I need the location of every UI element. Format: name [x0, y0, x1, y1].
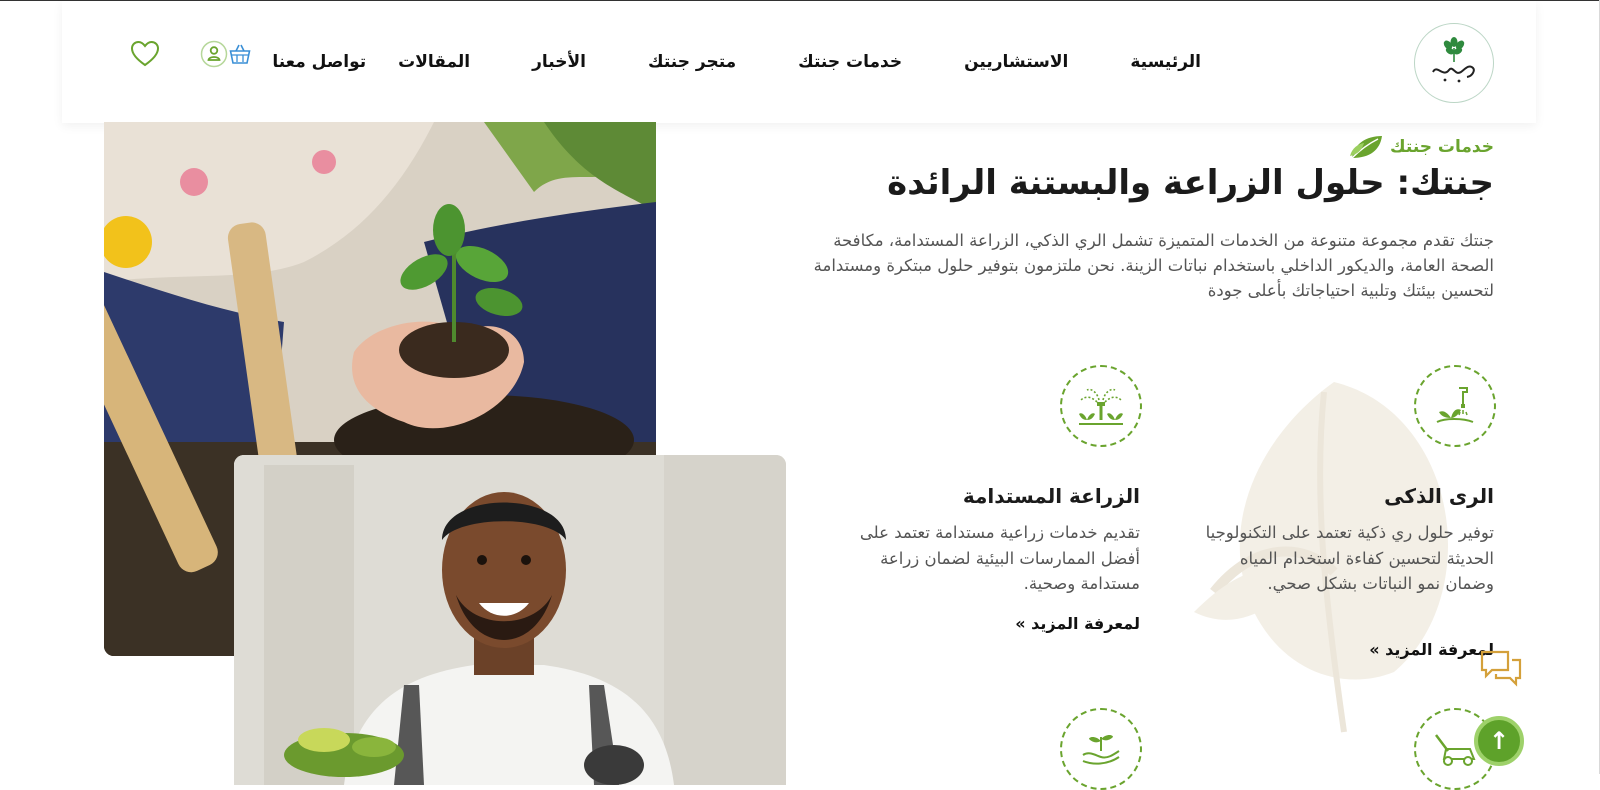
- service-desc-smart-irrigation: توفير حلول ري ذكية تعتمد على التكنولوجيا…: [1205, 523, 1494, 593]
- site-logo[interactable]: [1414, 23, 1494, 103]
- page-title: جنتك: حلول الزراعة والبستنة الرائدة: [887, 163, 1494, 203]
- arrow-up-icon: ↑: [1488, 727, 1510, 755]
- main-nav: الرئيسية الاستشاريين خدمات جنتك متجر جنت…: [272, 1, 1201, 123]
- service-title-smart-irrigation: الرى الذكى: [1384, 484, 1494, 508]
- leaf-icon: [1350, 136, 1383, 159]
- nav-item-home[interactable]: الرئيسية: [1130, 52, 1201, 72]
- basket-icon: [229, 44, 251, 64]
- service-icon-smart-irrigation: [1414, 365, 1496, 447]
- heart-icon: [130, 40, 160, 67]
- logo-icon: [1432, 37, 1475, 83]
- gardener-photo-illustration: [234, 455, 786, 785]
- service-icon-sustainable-agriculture: [1060, 365, 1142, 447]
- service-icon-plant-care: [1060, 708, 1142, 790]
- account-button[interactable]: [200, 40, 228, 68]
- service-more-link-sustainable-agriculture[interactable]: لمعرفة المزيد »: [1015, 614, 1140, 633]
- nav-item-consultants[interactable]: الاستشاريين: [964, 52, 1068, 72]
- chat-icon[interactable]: [1478, 648, 1524, 688]
- wishlist-button[interactable]: [130, 39, 160, 69]
- site-header: الرئيسية الاستشاريين خدمات جنتك متجر جنت…: [62, 1, 1536, 123]
- section-description: جنتك تقدم مجموعة متنوعة من الخدمات المتم…: [813, 231, 1494, 300]
- gardener-portrait-photo: [234, 455, 786, 785]
- section-label: خدمات جنتك: [1350, 134, 1494, 160]
- section-label-text: خدمات جنتك: [1390, 137, 1494, 157]
- nav-item-articles[interactable]: المقالات: [398, 52, 470, 72]
- nav-item-news[interactable]: الأخبار: [532, 52, 586, 72]
- scroll-to-top-button[interactable]: ↑: [1474, 716, 1524, 766]
- service-desc-sustainable-agriculture: تقديم خدمات زراعية مستدامة تعتمد على أفض…: [859, 523, 1140, 593]
- hand-plant-icon: [1082, 735, 1120, 765]
- nav-item-store[interactable]: متجر جنتك: [648, 52, 736, 72]
- user-icon: [200, 40, 228, 68]
- service-title-sustainable-agriculture: الزراعة المستدامة: [962, 484, 1140, 508]
- sprinkler-icon: [1079, 388, 1123, 425]
- nav-item-services[interactable]: خدمات جنتك: [798, 52, 902, 72]
- watering-icon: [1436, 387, 1474, 423]
- header-actions: [100, 39, 252, 69]
- nav-item-contact[interactable]: تواصل معنا: [272, 52, 366, 72]
- service-more-link-smart-irrigation[interactable]: لمعرفة المزيد »: [1369, 640, 1494, 659]
- lawnmower-icon: [1435, 734, 1476, 766]
- cart-button[interactable]: [228, 42, 252, 66]
